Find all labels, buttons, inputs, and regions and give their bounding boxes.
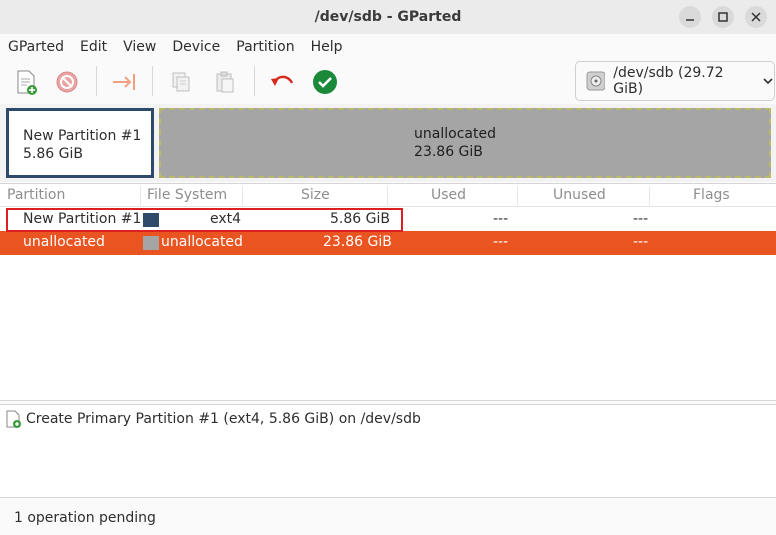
cell-partition: unallocated: [23, 234, 105, 250]
resize-move-button[interactable]: [110, 68, 138, 96]
partition-table: Partition File System Size Used Unused F…: [0, 183, 776, 401]
table-row[interactable]: New Partition #1 ext4 5.86 GiB --- ---: [0, 208, 776, 232]
paste-button[interactable]: [211, 68, 239, 96]
toolbar-separator: [254, 66, 255, 96]
menu-bar: GParted Edit View Device Partition Help: [0, 34, 776, 60]
delete-icon: [56, 71, 78, 93]
device-label: /dev/sdb (29.72 GiB): [613, 65, 724, 97]
column-divider: [140, 186, 141, 205]
new-partition-button[interactable]: [12, 68, 40, 96]
title-bar: /dev/sdb - GParted: [0, 0, 776, 34]
menu-view[interactable]: View: [123, 39, 156, 55]
partition-map-unallocated[interactable]: unallocated 23.86 GiB: [159, 108, 771, 178]
menu-help[interactable]: Help: [311, 39, 343, 55]
undo-icon: [271, 75, 294, 86]
cell-unused: ---: [633, 211, 649, 227]
column-header-used[interactable]: Used: [431, 187, 466, 203]
column-header-filesystem[interactable]: File System: [147, 187, 227, 203]
maximize-icon: [718, 12, 728, 22]
filesystem-color-swatch: [143, 213, 159, 227]
close-icon: [751, 12, 761, 22]
partition-map-unallocated-name: unallocated: [414, 126, 496, 142]
device-selector[interactable]: /dev/sdb (29.72 GiB): [575, 61, 775, 101]
cell-filesystem: unallocated: [161, 234, 243, 250]
window-title: /dev/sdb - GParted: [314, 9, 462, 25]
cell-size: 5.86 GiB: [330, 211, 390, 227]
column-divider: [517, 186, 518, 205]
operation-item[interactable]: Create Primary Partition #1 (ext4, 5.86 …: [4, 409, 421, 429]
status-text: 1 operation pending: [14, 509, 156, 526]
resize-move-icon: [113, 74, 135, 90]
cell-size: 23.86 GiB: [323, 234, 392, 250]
cell-used: ---: [493, 211, 509, 227]
menu-partition[interactable]: Partition: [236, 39, 294, 55]
menu-device[interactable]: Device: [172, 39, 220, 55]
menu-gparted[interactable]: GParted: [8, 39, 64, 55]
status-bar: 1 operation pending: [0, 500, 776, 535]
disk-icon: [586, 71, 606, 91]
column-divider: [387, 186, 388, 205]
undo-button[interactable]: [268, 68, 296, 96]
menu-edit[interactable]: Edit: [80, 39, 107, 55]
column-divider: [242, 186, 243, 205]
close-button[interactable]: [745, 6, 767, 28]
partition-map-new-partition[interactable]: New Partition #1 5.86 GiB: [6, 108, 154, 178]
column-header-partition[interactable]: Partition: [7, 187, 65, 203]
column-header-size[interactable]: Size: [301, 187, 330, 203]
operation-text: Create Primary Partition #1 (ext4, 5.86 …: [26, 411, 421, 427]
partition-map-new-name: New Partition #1: [23, 128, 142, 144]
column-header-flags[interactable]: Flags: [693, 187, 730, 203]
partition-map: New Partition #1 5.86 GiB unallocated 23…: [0, 104, 776, 182]
column-divider: [649, 186, 650, 205]
minimize-button[interactable]: [679, 6, 701, 28]
pending-operations-list: Create Primary Partition #1 (ext4, 5.86 …: [0, 404, 776, 498]
cell-filesystem: ext4: [210, 211, 242, 227]
partition-map-new-size: 5.86 GiB: [23, 146, 83, 162]
new-partition-icon: [17, 70, 37, 95]
toolbar-separator: [96, 66, 97, 96]
minimize-icon: [686, 19, 694, 21]
partition-map-unallocated-size: 23.86 GiB: [414, 144, 483, 160]
paste-icon: [216, 71, 234, 93]
table-row-selected[interactable]: unallocated unallocated 23.86 GiB --- --…: [0, 231, 776, 255]
column-header-unused[interactable]: Unused: [553, 187, 606, 203]
chevron-down-icon: [763, 78, 774, 85]
filesystem-color-swatch: [143, 236, 159, 250]
cell-partition: New Partition #1: [23, 211, 142, 227]
cell-unused: ---: [633, 234, 649, 250]
cell-used: ---: [493, 234, 509, 250]
copy-icon: [172, 72, 190, 92]
toolbar-separator: [152, 66, 153, 96]
apply-button[interactable]: [311, 68, 339, 96]
maximize-button[interactable]: [712, 6, 734, 28]
delete-partition-button[interactable]: [53, 68, 81, 96]
copy-button[interactable]: [167, 68, 195, 96]
apply-icon: [313, 70, 337, 94]
new-partition-icon: [6, 410, 21, 428]
table-header: Partition File System Size Used Unused F…: [0, 184, 776, 207]
